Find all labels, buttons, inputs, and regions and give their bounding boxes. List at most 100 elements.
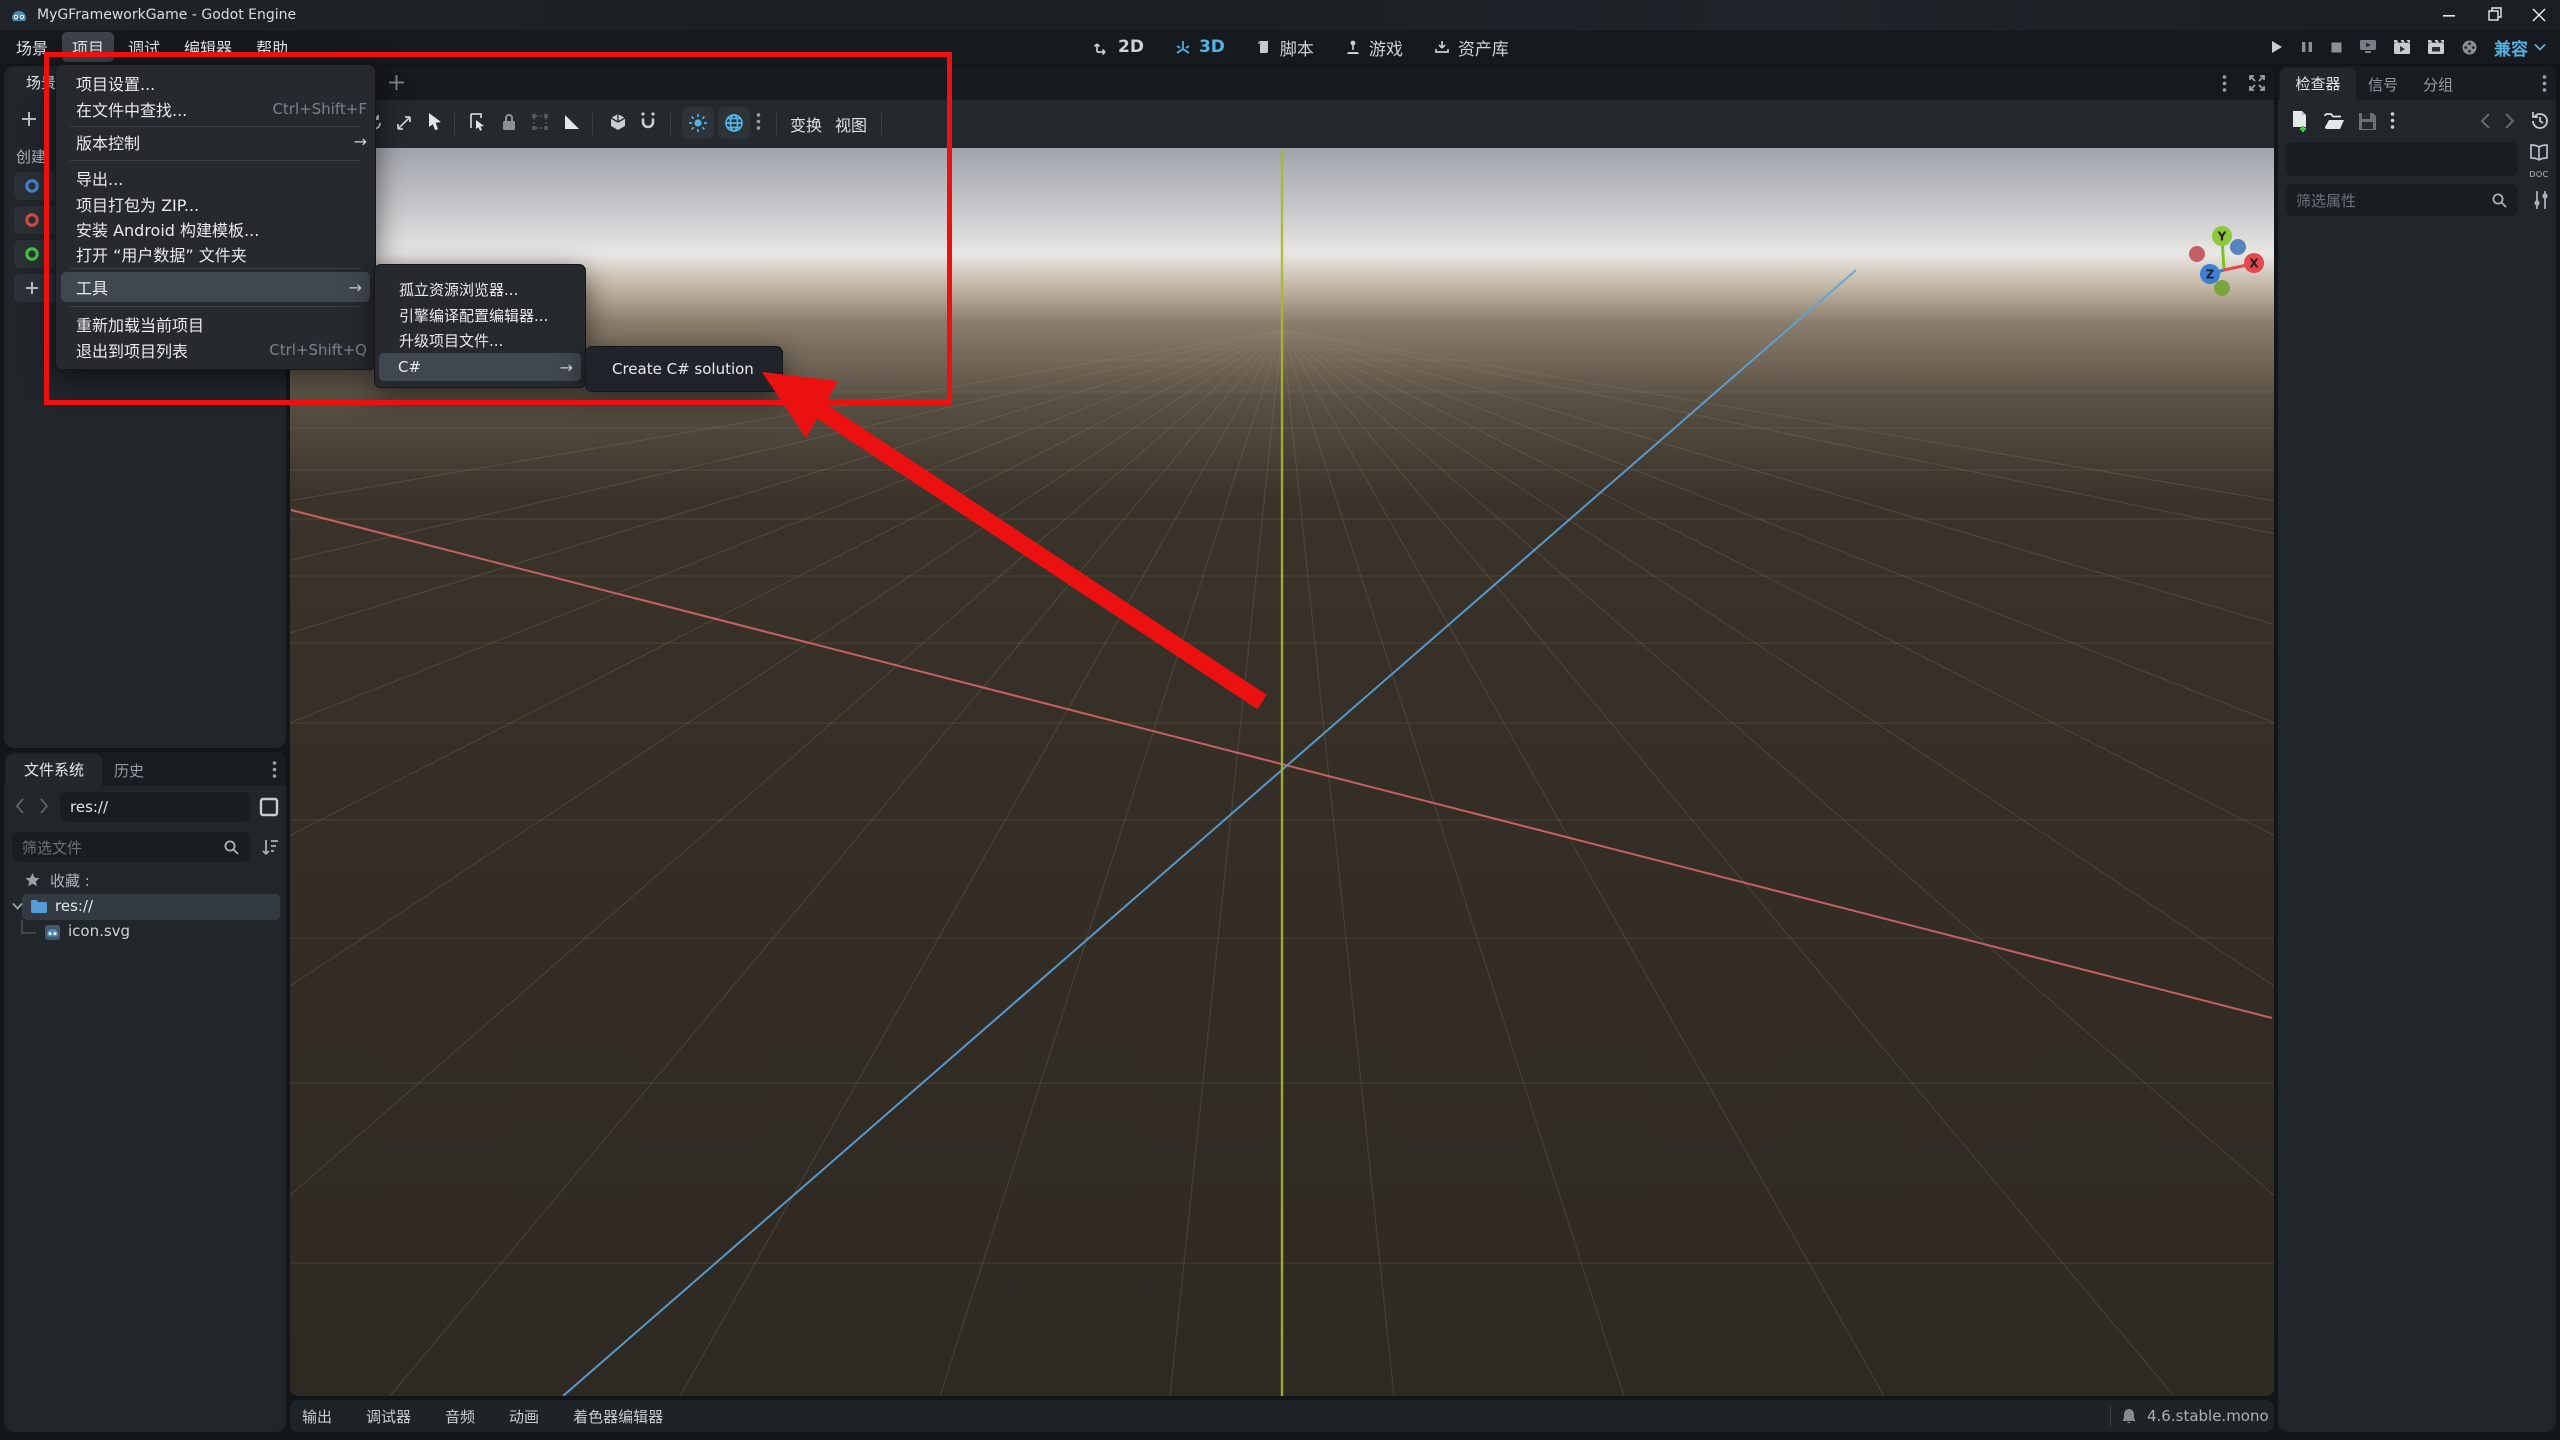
add-node-icon[interactable] bbox=[20, 110, 38, 128]
menubar-item-editor[interactable]: 编辑器 bbox=[174, 32, 242, 62]
new-resource-icon[interactable] bbox=[2290, 110, 2310, 132]
z-axis-line bbox=[562, 269, 1857, 1396]
menu-item-reload-project[interactable]: 重新加载当前项目 bbox=[64, 310, 367, 337]
select-tool-icon[interactable] bbox=[426, 112, 444, 132]
tab-2d[interactable]: 2D bbox=[1093, 37, 1144, 57]
local-space-icon[interactable] bbox=[608, 112, 628, 132]
snap-icon[interactable] bbox=[638, 112, 658, 132]
play-icon[interactable] bbox=[2268, 39, 2284, 55]
menu-item-export[interactable]: 导出... bbox=[64, 164, 367, 191]
tab-3d[interactable]: 3D bbox=[1174, 37, 1225, 57]
menu-item-version-control[interactable]: 版本控制 → bbox=[64, 128, 367, 155]
history-back-icon[interactable] bbox=[2480, 113, 2491, 129]
plus-icon bbox=[25, 281, 39, 295]
bottom-tab-audio[interactable]: 音频 bbox=[445, 1406, 475, 1427]
menu-item-engine-compile-config[interactable]: 引擎编译配置编辑器... bbox=[383, 302, 577, 329]
menubar-item-debug[interactable]: 调试 bbox=[118, 32, 170, 62]
menu-item-csharp[interactable]: C# → bbox=[379, 353, 581, 381]
bottom-tab-output[interactable]: 输出 bbox=[302, 1406, 332, 1427]
resource-dots-icon[interactable] bbox=[2390, 111, 2395, 130]
view-menu[interactable]: 视图 bbox=[835, 112, 867, 136]
tab-script[interactable]: 脚本 bbox=[1255, 35, 1314, 60]
menu-item-create-csharp-solution[interactable]: Create C# solution bbox=[594, 355, 774, 382]
bottom-tab-shader-editor[interactable]: 着色器编辑器 bbox=[573, 1406, 663, 1427]
filter-properties-input[interactable]: 筛选属性 bbox=[2286, 184, 2518, 216]
menu-item-pack-zip[interactable]: 项目打包为 ZIP... bbox=[64, 190, 367, 217]
path-field[interactable]: res:// bbox=[60, 792, 250, 822]
tab-groups[interactable]: 分组 bbox=[2423, 74, 2453, 95]
resource-name-field[interactable] bbox=[2286, 142, 2518, 176]
tree-row-root[interactable]: res:// bbox=[12, 894, 280, 920]
tab-filesystem[interactable]: 文件系统 bbox=[6, 754, 102, 786]
lock-icon[interactable] bbox=[500, 112, 518, 132]
viewport-dots-menu-icon[interactable] bbox=[2222, 74, 2227, 93]
scale-tool-icon[interactable] bbox=[394, 113, 414, 133]
inspector-menu-dots-icon[interactable] bbox=[2542, 74, 2547, 93]
window-minimize-button[interactable] bbox=[2432, 2, 2466, 28]
list-select-icon[interactable] bbox=[468, 112, 488, 132]
tab-assetlib[interactable]: 资产库 bbox=[1433, 35, 1509, 60]
group-icon[interactable] bbox=[530, 112, 550, 132]
grid-and-axes bbox=[290, 150, 2274, 1396]
menu-item-orphan-resource-explorer[interactable]: 孤立资源浏览器... bbox=[383, 276, 577, 303]
menu-separator bbox=[70, 306, 361, 307]
edit-history-icon[interactable] bbox=[2530, 111, 2550, 131]
menu-item-open-user-data-folder[interactable]: 打开 “用户数据” 文件夹 bbox=[64, 240, 367, 267]
new-scene-tab-icon[interactable] bbox=[388, 74, 405, 91]
window-close-button[interactable] bbox=[2522, 2, 2556, 28]
menu-item-install-android-template[interactable]: 安装 Android 构建模板... bbox=[64, 215, 367, 242]
sun-env-dots-icon[interactable] bbox=[756, 112, 761, 131]
navigation-gizmo[interactable]: Y X Z bbox=[2170, 218, 2274, 328]
search-icon bbox=[2491, 192, 2508, 209]
window-restore-button[interactable] bbox=[2478, 2, 2512, 28]
property-tools-icon[interactable] bbox=[2532, 190, 2550, 210]
nav-forward-icon[interactable] bbox=[38, 797, 50, 815]
load-resource-icon[interactable] bbox=[2324, 113, 2345, 130]
run-custom-scene-icon[interactable] bbox=[2427, 39, 2445, 55]
2d-scene-icon bbox=[24, 178, 40, 194]
transform-menu[interactable]: 变换 bbox=[790, 112, 822, 136]
preview-sun-toggle[interactable] bbox=[682, 107, 714, 139]
run-current-scene-icon[interactable] bbox=[2393, 39, 2411, 55]
tree-collapse-icon[interactable] bbox=[12, 902, 23, 910]
nav-back-icon[interactable] bbox=[14, 797, 26, 815]
tab-history[interactable]: 历史 bbox=[114, 760, 144, 781]
menu-item-tools[interactable]: 工具 → bbox=[61, 272, 370, 302]
tools-submenu-popup: 孤立资源浏览器... 引擎编译配置编辑器... 升级项目文件... C# → bbox=[374, 264, 586, 388]
bottom-tab-debugger[interactable]: 调试器 bbox=[366, 1406, 411, 1427]
ruler-icon[interactable] bbox=[562, 112, 582, 132]
inspector-dock: 检查器 信号 分组 DOC 筛选属性 bbox=[2278, 66, 2556, 1432]
history-forward-icon[interactable] bbox=[2504, 113, 2515, 129]
run-bar: 兼容 bbox=[2268, 30, 2546, 64]
menu-item-find-in-files[interactable]: 在文件中查找... Ctrl+Shift+F bbox=[64, 95, 367, 122]
menubar-item-project[interactable]: 项目 bbox=[62, 32, 115, 62]
tab-inspector[interactable]: 检查器 bbox=[2280, 68, 2356, 100]
dock-menu-dots-icon[interactable] bbox=[272, 760, 277, 779]
pause-icon[interactable] bbox=[2300, 40, 2314, 54]
bottom-tab-animation[interactable]: 动画 bbox=[509, 1406, 539, 1427]
menu-item-upgrade-project-files[interactable]: 升级项目文件... bbox=[383, 327, 577, 354]
menu-item-quit-to-project-list[interactable]: 退出到项目列表 Ctrl+Shift+Q bbox=[64, 336, 367, 363]
file-sort-icon[interactable] bbox=[260, 837, 280, 857]
expand-viewport-icon[interactable] bbox=[2248, 74, 2266, 92]
3d-viewport[interactable]: Y X Z bbox=[290, 148, 2274, 1396]
tree-row-file[interactable]: icon.svg bbox=[4, 920, 286, 946]
notification-bell-icon[interactable] bbox=[2121, 1408, 2137, 1425]
movie-maker-icon[interactable] bbox=[2461, 39, 2478, 56]
preview-environment-toggle[interactable] bbox=[718, 107, 750, 139]
submenu-arrow-icon: → bbox=[353, 132, 367, 151]
menubar-item-help[interactable]: 帮助 bbox=[246, 32, 298, 62]
stop-icon[interactable] bbox=[2330, 41, 2343, 54]
renderer-dropdown[interactable]: 兼容 bbox=[2494, 35, 2546, 60]
split-view-icon[interactable] bbox=[258, 796, 280, 818]
save-resource-icon[interactable] bbox=[2358, 112, 2377, 131]
tab-game[interactable]: 游戏 bbox=[1344, 35, 1403, 60]
filter-files-input[interactable]: 筛选文件 bbox=[12, 832, 250, 862]
tab-signals[interactable]: 信号 bbox=[2368, 74, 2398, 95]
open-docs-icon[interactable]: DOC bbox=[2528, 144, 2550, 181]
menubar-item-scene[interactable]: 场景 bbox=[6, 32, 58, 62]
menu-item-project-settings[interactable]: 项目设置... bbox=[64, 69, 367, 96]
ui-scene-icon bbox=[24, 246, 40, 262]
version-label[interactable]: 4.6.stable.mono bbox=[2147, 1407, 2269, 1425]
run-remote-icon[interactable] bbox=[2359, 39, 2377, 55]
